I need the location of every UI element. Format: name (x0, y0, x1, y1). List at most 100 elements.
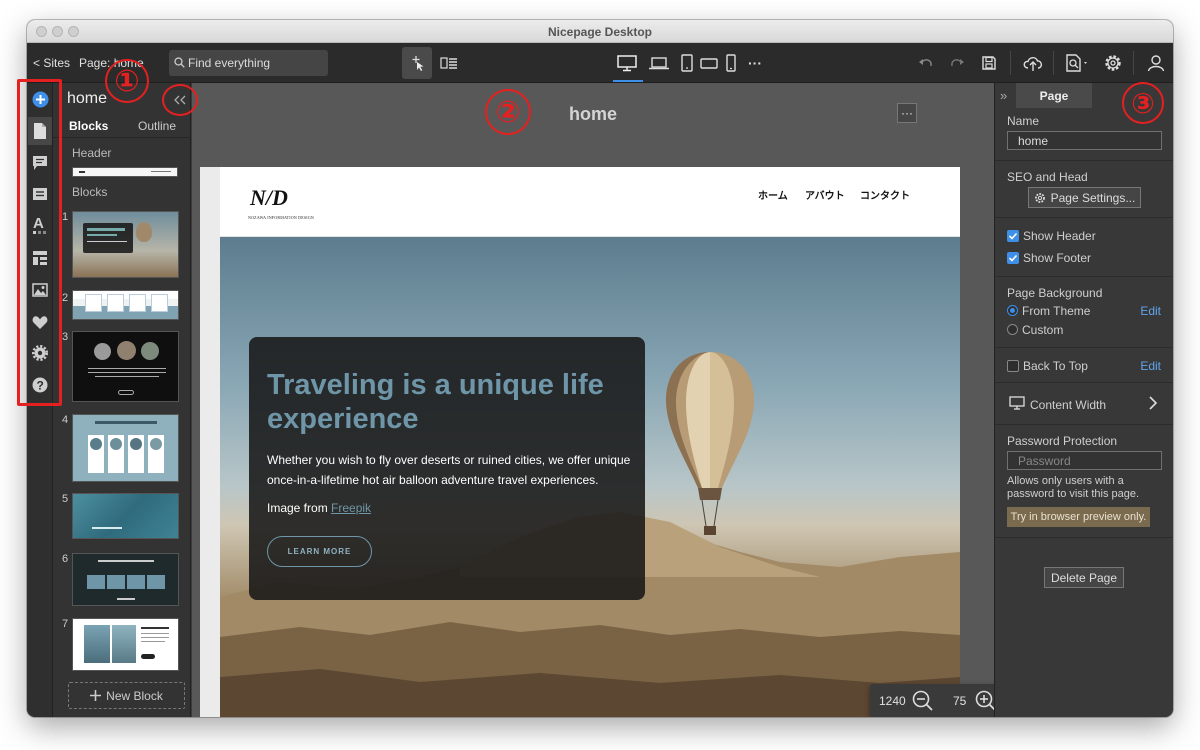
section-divider (995, 276, 1173, 277)
back-to-top-edit-link[interactable]: Edit (1140, 359, 1161, 373)
block-thumbnail-3[interactable] (72, 331, 179, 402)
custom-label[interactable]: Custom (1022, 323, 1063, 337)
site-header[interactable]: N/D NOZAWA INFORMATION DESIGN ホーム アバウト コ… (200, 167, 960, 237)
sites-link[interactable]: < Sites (33, 56, 70, 70)
tab-outline[interactable]: Outline (138, 119, 176, 133)
hero-title[interactable]: Traveling is a unique life experience (267, 368, 637, 436)
block-number: 5 (62, 493, 69, 505)
desktop-view-button[interactable] (614, 50, 640, 76)
block-thumbnail-1[interactable] (72, 211, 179, 278)
select-tool-button[interactable] (402, 47, 432, 79)
preview-icon (1066, 54, 1087, 72)
search-icon (174, 57, 185, 68)
preview-button[interactable] (1062, 50, 1094, 76)
content-width-row[interactable]: Content Width (995, 383, 1173, 423)
block-thumbnail-6[interactable] (72, 553, 179, 606)
back-to-top-checkbox[interactable] (1007, 360, 1019, 372)
section-divider (995, 537, 1173, 538)
redo-button[interactable] (944, 50, 970, 76)
editor-canvas: home ··· N/D NOZAWA INFORMATION DESIGN ホ… (192, 83, 1000, 717)
hero-text-card[interactable]: Traveling is a unique life experience Wh… (249, 337, 645, 600)
show-footer-label[interactable]: Show Footer (1023, 251, 1091, 265)
block-thumbnail-5[interactable] (72, 493, 179, 539)
phone-icon (726, 54, 736, 72)
hot-air-balloon-image (665, 352, 755, 535)
toolbar-divider (1053, 51, 1054, 75)
zoom-level-value: 75 (953, 694, 967, 708)
block-thumbnail-4[interactable] (72, 414, 179, 482)
canvas-width-value: 1240 (879, 694, 906, 708)
password-input[interactable] (1007, 451, 1162, 470)
credit-prefix: Image from (267, 501, 332, 515)
title-bar: Nicepage Desktop (27, 20, 1173, 43)
show-header-checkbox[interactable] (1007, 230, 1019, 242)
site-preview: N/D NOZAWA INFORMATION DESIGN ホーム アバウト コ… (200, 167, 960, 717)
laptop-icon (649, 57, 669, 70)
from-theme-label[interactable]: From Theme (1022, 304, 1090, 318)
redo-icon (951, 59, 964, 67)
panel-divider (53, 137, 191, 138)
account-button[interactable] (1143, 50, 1169, 76)
panel-page-title: home (67, 90, 108, 107)
chevron-right-icon (1149, 396, 1158, 410)
password-protection-label: Password Protection (1007, 434, 1118, 448)
publish-button[interactable] (1020, 50, 1046, 76)
show-header-label[interactable]: Show Header (1023, 229, 1096, 243)
back-to-top-label[interactable]: Back To Top (1023, 359, 1088, 373)
header-thumbnail[interactable] (72, 167, 178, 177)
hero-section[interactable]: Traveling is a unique life experience Wh… (220, 237, 960, 717)
section-divider (995, 160, 1173, 161)
save-button[interactable] (976, 50, 1002, 76)
nav-item-about[interactable]: アバウト (805, 187, 845, 202)
collapse-right-panel-button[interactable]: » (1000, 88, 1007, 103)
active-device-indicator (613, 80, 643, 82)
section-divider (995, 347, 1173, 348)
custom-radio[interactable] (1007, 324, 1018, 335)
checkmark-icon (1008, 232, 1018, 240)
zoom-out-icon[interactable] (912, 690, 934, 712)
phone-view-button[interactable] (718, 50, 744, 76)
tab-blocks[interactable]: Blocks (69, 119, 108, 133)
phone-landscape-icon (700, 58, 718, 69)
page-name-input[interactable] (1007, 131, 1162, 150)
learn-more-button[interactable]: LEARN MORE (267, 536, 372, 567)
background-edit-link[interactable]: Edit (1140, 304, 1161, 318)
properties-panel-button[interactable] (436, 50, 462, 76)
gear-icon (1105, 55, 1121, 71)
section-divider (995, 217, 1173, 218)
laptop-view-button[interactable] (646, 50, 672, 76)
nav-item-contact[interactable]: コンタクト (860, 187, 910, 202)
from-theme-radio[interactable] (1007, 305, 1018, 316)
seo-label: SEO and Head (1007, 170, 1088, 184)
content-width-label: Content Width (1030, 398, 1107, 412)
new-block-button[interactable]: New Block (68, 682, 185, 709)
search-box[interactable]: Find everything (169, 50, 328, 76)
page-menu-button[interactable]: ··· (897, 103, 917, 123)
undo-button[interactable] (913, 50, 939, 76)
search-placeholder: Find everything (188, 56, 271, 70)
hero-description[interactable]: Whether you wish to fly over deserts or … (267, 450, 637, 490)
hero-image-credit[interactable]: Image from Freepik (267, 501, 371, 515)
block-thumbnail-7[interactable] (72, 618, 179, 671)
delete-page-button[interactable]: Delete Page (1044, 567, 1124, 588)
collapse-left-panel-button[interactable] (162, 84, 198, 116)
name-label: Name (1007, 114, 1040, 128)
block-thumbnail-2[interactable] (72, 290, 179, 320)
cloud-upload-icon (1023, 56, 1043, 71)
gear-icon (1034, 192, 1045, 203)
more-devices-button[interactable]: ··· (742, 50, 768, 76)
toolbar-divider (1010, 51, 1011, 75)
save-icon (982, 56, 996, 70)
site-logo[interactable]: N/D (250, 185, 288, 211)
freepik-link[interactable]: Freepik (331, 501, 371, 515)
toolbar-divider (1133, 51, 1134, 75)
show-footer-checkbox[interactable] (1007, 252, 1019, 264)
checkmark-icon (1008, 254, 1018, 262)
tab-page[interactable]: Page (1016, 83, 1092, 108)
properties-icon (440, 57, 457, 69)
nav-item-home[interactable]: ホーム (758, 187, 788, 202)
desktop-icon (617, 55, 637, 72)
annotation-marker-2: ② (485, 89, 531, 135)
settings-button[interactable] (1100, 50, 1126, 76)
page-settings-button[interactable]: Page Settings... (1028, 187, 1141, 208)
